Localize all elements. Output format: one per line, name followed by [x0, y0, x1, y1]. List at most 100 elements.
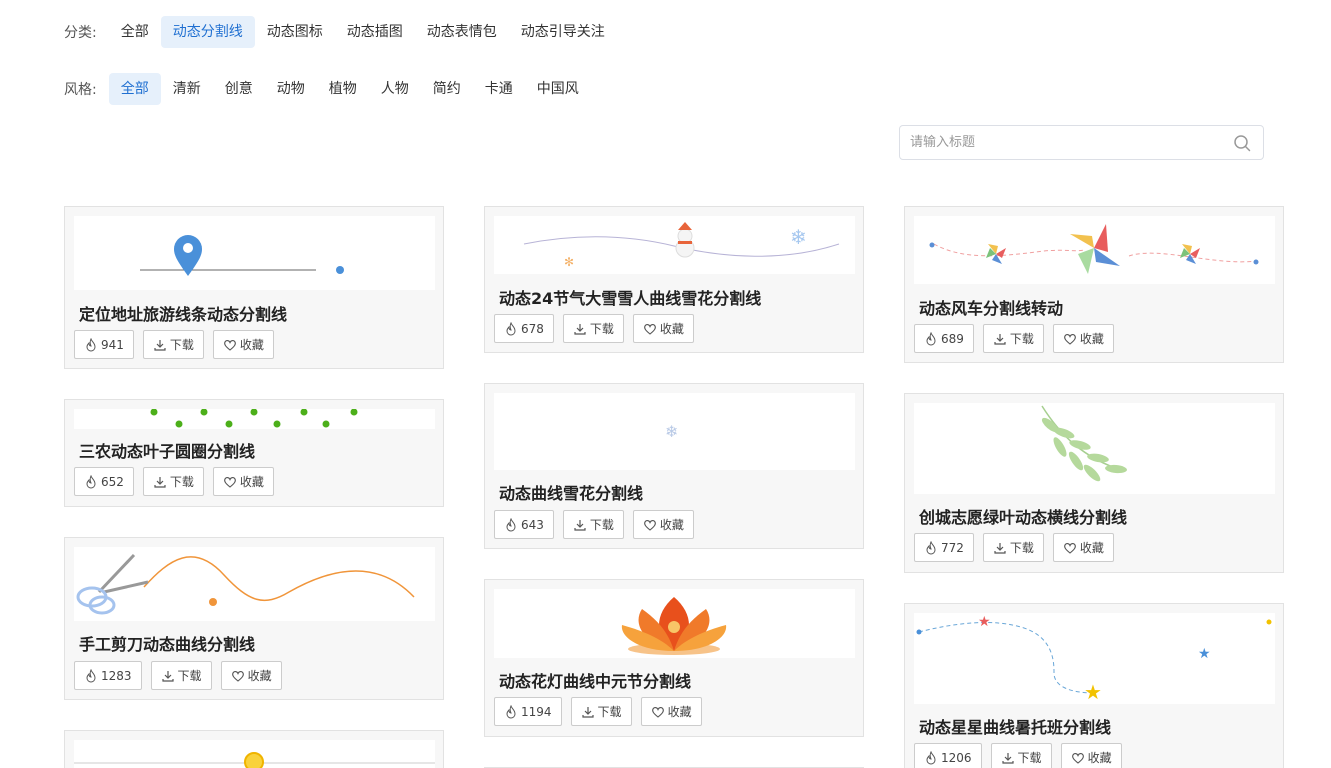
favorite-button[interactable]: 收藏	[1052, 533, 1114, 562]
heart-icon	[224, 339, 236, 351]
hot-count-button[interactable]: 1206	[914, 743, 982, 768]
download-icon	[154, 476, 166, 488]
category-icon[interactable]: 动态图标	[255, 16, 335, 48]
search-icon[interactable]	[1233, 134, 1251, 152]
card-preview[interactable]	[74, 216, 435, 290]
style-plant[interactable]: 植物	[317, 73, 369, 105]
favorite-label: 收藏	[1079, 332, 1104, 346]
download-button[interactable]: 下载	[982, 324, 1044, 353]
card-preview[interactable]	[74, 740, 435, 768]
hot-count-button[interactable]: 689	[914, 324, 974, 353]
download-button[interactable]: 下载	[142, 467, 204, 496]
favorite-label: 收藏	[1087, 751, 1112, 765]
card-title[interactable]: 创城志愿绿叶动态横线分割线	[919, 504, 1127, 528]
card-title[interactable]: 动态曲线雪花分割线	[499, 480, 643, 504]
card-location-divider[interactable]: 定位地址旅游线条动态分割线 941 下载 收藏	[64, 206, 444, 369]
favorite-button[interactable]: 收藏	[1052, 324, 1114, 353]
card-title[interactable]: 动态花灯曲线中元节分割线	[499, 668, 691, 692]
download-button[interactable]: 下载	[570, 697, 632, 726]
heart-icon	[224, 476, 236, 488]
favorite-button[interactable]: 收藏	[212, 330, 274, 359]
hot-count: 1206	[941, 750, 972, 765]
download-button[interactable]: 下载	[990, 743, 1052, 768]
search-box	[899, 125, 1264, 160]
download-icon	[581, 706, 594, 718]
style-simple[interactable]: 简约	[421, 73, 473, 105]
style-people[interactable]: 人物	[369, 73, 421, 105]
download-icon	[994, 542, 1006, 554]
favorite-button[interactable]: 收藏	[640, 697, 702, 726]
hot-count-button[interactable]: 1283	[74, 661, 142, 690]
style-fresh[interactable]: 清新	[161, 73, 213, 105]
download-label: 下载	[1017, 751, 1042, 765]
hot-count-button[interactable]: 652	[74, 467, 134, 496]
card-title[interactable]: 定位地址旅游线条动态分割线	[79, 301, 287, 325]
lotus-lantern-illustration	[621, 597, 727, 655]
card-preview[interactable]	[74, 409, 435, 429]
hot-count-button[interactable]: 643	[494, 510, 554, 539]
card-title[interactable]: 动态24节气大雪雪人曲线雪花分割线	[499, 285, 761, 309]
download-icon	[574, 323, 586, 335]
heart-icon	[231, 670, 244, 682]
favorite-label: 收藏	[239, 475, 264, 489]
card-snowman-divider[interactable]: ❄ ✻ 动态24节气大雪雪人曲线雪花分割线 678 下载 收藏	[484, 206, 864, 353]
hot-count-button[interactable]: 941	[74, 330, 134, 359]
card-preview[interactable]	[914, 216, 1275, 284]
download-button[interactable]: 下载	[982, 533, 1044, 562]
search-input[interactable]	[900, 126, 1220, 159]
card-preview[interactable]	[74, 547, 435, 621]
category-all[interactable]: 全部	[109, 16, 161, 48]
card-leaf-circle-divider[interactable]: 三农动态叶子圆圈分割线 652 下载 收藏	[64, 399, 444, 507]
hot-count-button[interactable]: 1194	[494, 697, 562, 726]
download-label: 下载	[169, 475, 194, 489]
card-title[interactable]: 三农动态叶子圆圈分割线	[79, 438, 255, 462]
favorite-button[interactable]: 收藏	[632, 510, 694, 539]
download-button[interactable]: 下载	[150, 661, 212, 690]
favorite-button[interactable]: 收藏	[1060, 743, 1122, 768]
style-cartoon[interactable]: 卡通	[473, 73, 525, 105]
hot-count: 1283	[101, 668, 132, 683]
hot-count-button[interactable]: 678	[494, 314, 554, 343]
svg-text:✻: ✻	[564, 255, 574, 269]
leaf-dots-illustration	[150, 409, 358, 428]
card-title[interactable]: 手工剪刀动态曲线分割线	[79, 631, 255, 655]
flame-icon	[926, 750, 936, 764]
hot-count: 1194	[521, 704, 552, 719]
card-pinwheel-divider[interactable]: 动态风车分割线转动 689 下载 收藏	[904, 206, 1284, 363]
hot-count-button[interactable]: 772	[914, 533, 974, 562]
card-sun-divider[interactable]	[64, 730, 444, 768]
card-preview[interactable]	[494, 589, 855, 658]
svg-text:★: ★	[1084, 680, 1102, 704]
style-animal[interactable]: 动物	[265, 73, 317, 105]
download-button[interactable]: 下载	[142, 330, 204, 359]
card-star-curve-divider[interactable]: ★ ★ ★ 动态星星曲线暑托班分割线 1206 下载 收藏	[904, 603, 1284, 768]
category-divider[interactable]: 动态分割线	[160, 16, 255, 48]
download-button[interactable]: 下载	[562, 510, 624, 539]
flame-icon	[506, 704, 516, 718]
favorite-button[interactable]: 收藏	[220, 661, 282, 690]
category-sticker[interactable]: 动态表情包	[415, 16, 509, 48]
card-scissors-divider[interactable]: 手工剪刀动态曲线分割线 1283 下载 收藏	[64, 537, 444, 700]
flame-icon	[926, 540, 936, 554]
card-title[interactable]: 动态星星曲线暑托班分割线	[919, 714, 1111, 738]
card-title[interactable]: 动态风车分割线转动	[919, 295, 1063, 319]
card-snowflake-curve-divider[interactable]: ❄ 动态曲线雪花分割线 643 下载 收藏	[484, 383, 864, 549]
style-all[interactable]: 全部	[108, 73, 161, 105]
flame-icon	[86, 668, 96, 682]
category-follow-guide[interactable]: 动态引导关注	[509, 16, 617, 48]
card-preview[interactable]: ❄ ✻	[494, 216, 855, 274]
card-preview[interactable]: ★ ★ ★	[914, 613, 1275, 704]
favorite-button[interactable]: 收藏	[212, 467, 274, 496]
card-preview[interactable]: ❄	[494, 393, 855, 470]
card-preview[interactable]	[914, 403, 1275, 494]
style-chinese[interactable]: 中国风	[525, 73, 591, 105]
hot-count: 678	[521, 321, 544, 336]
download-button[interactable]: 下载	[562, 314, 624, 343]
card-lotus-lantern-divider[interactable]: 动态花灯曲线中元节分割线 1194 下载 收藏	[484, 579, 864, 737]
category-illustration[interactable]: 动态插图	[335, 16, 415, 48]
heart-icon	[1071, 752, 1084, 764]
card-green-leaf-divider[interactable]: 创城志愿绿叶动态横线分割线 772 下载 收藏	[904, 393, 1284, 573]
snowman-curve-illustration: ❄ ✻	[523, 222, 840, 269]
style-creative[interactable]: 创意	[213, 73, 265, 105]
favorite-button[interactable]: 收藏	[632, 314, 694, 343]
